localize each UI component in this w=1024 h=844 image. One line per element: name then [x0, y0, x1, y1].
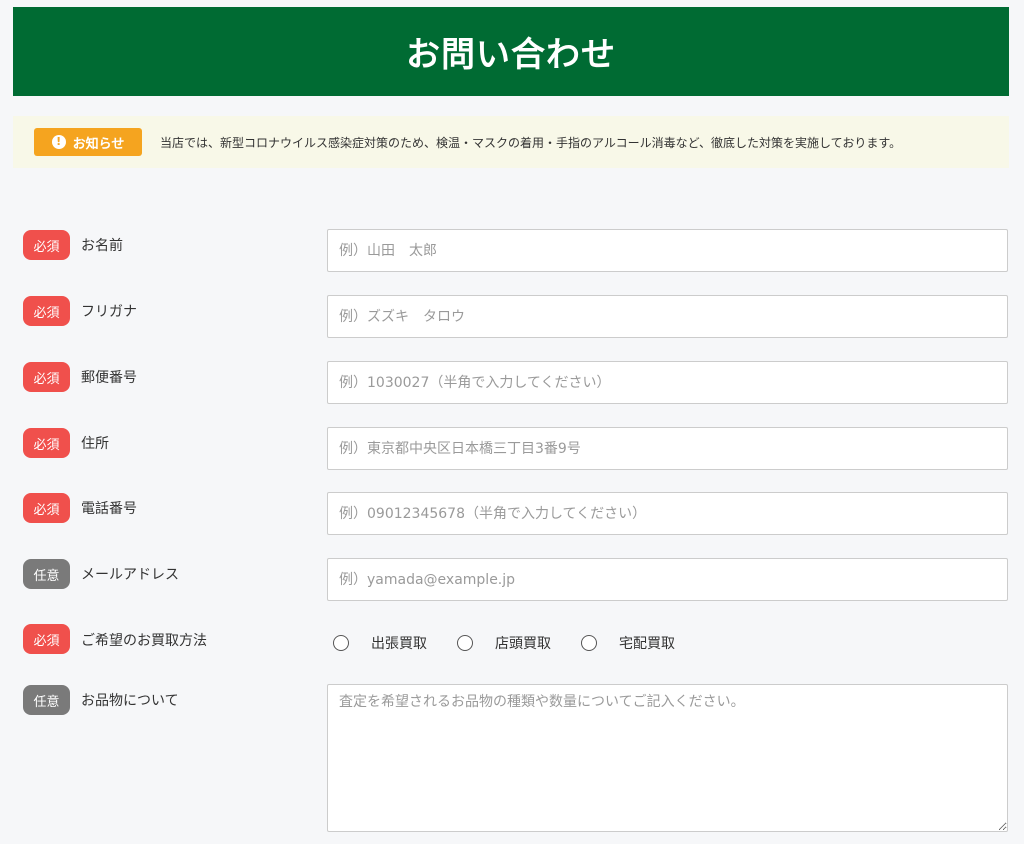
radio-option-delivery[interactable]: 宅配買取 [581, 633, 675, 653]
optional-badge: 任意 [23, 559, 70, 589]
postal-label: 郵便番号 [81, 370, 137, 386]
optional-badge: 任意 [23, 685, 70, 715]
purchase-method-label: ご希望のお買取方法 [81, 633, 207, 649]
furigana-input[interactable] [327, 295, 1008, 338]
required-badge: 必須 [23, 624, 70, 654]
purchase-method-radio-group: 出張買取 店頭買取 宅配買取 [333, 633, 705, 653]
notice-banner: ! お知らせ 当店では、新型コロナウイルス感染症対策のため、検温・マスクの着用・… [13, 116, 1009, 168]
radio-option-visit[interactable]: 出張買取 [333, 633, 427, 653]
email-input[interactable] [327, 558, 1008, 601]
required-badge: 必須 [23, 493, 70, 523]
required-badge: 必須 [23, 428, 70, 458]
required-badge: 必須 [23, 296, 70, 326]
radio-label: 店頭買取 [495, 636, 551, 652]
radio-option-store[interactable]: 店頭買取 [457, 633, 551, 653]
phone-label: 電話番号 [81, 501, 137, 517]
name-label: お名前 [81, 238, 123, 254]
email-label: メールアドレス [81, 567, 179, 583]
notice-badge: ! お知らせ [34, 128, 142, 156]
furigana-label: フリガナ [81, 304, 137, 320]
radio-label: 宅配買取 [619, 636, 675, 652]
radio-button[interactable] [457, 635, 473, 651]
items-label: お品物について [81, 693, 179, 709]
address-input[interactable] [327, 427, 1008, 470]
address-label: 住所 [81, 436, 109, 452]
items-textarea[interactable] [327, 684, 1008, 832]
page-title: お問い合わせ [406, 35, 616, 75]
name-input[interactable] [327, 229, 1008, 272]
notice-text: 当店では、新型コロナウイルス感染症対策のため、検温・マスクの着用・手指のアルコー… [160, 135, 902, 150]
required-badge: 必須 [23, 362, 70, 392]
radio-label: 出張買取 [371, 636, 427, 652]
notice-badge-label: お知らせ [72, 136, 125, 152]
radio-button[interactable] [581, 635, 597, 651]
postal-code-input[interactable] [327, 361, 1008, 404]
radio-button[interactable] [333, 635, 349, 651]
phone-input[interactable] [327, 492, 1008, 535]
required-badge: 必須 [23, 230, 70, 260]
page-header: お問い合わせ [13, 7, 1009, 96]
exclamation-icon: ! [51, 135, 66, 149]
